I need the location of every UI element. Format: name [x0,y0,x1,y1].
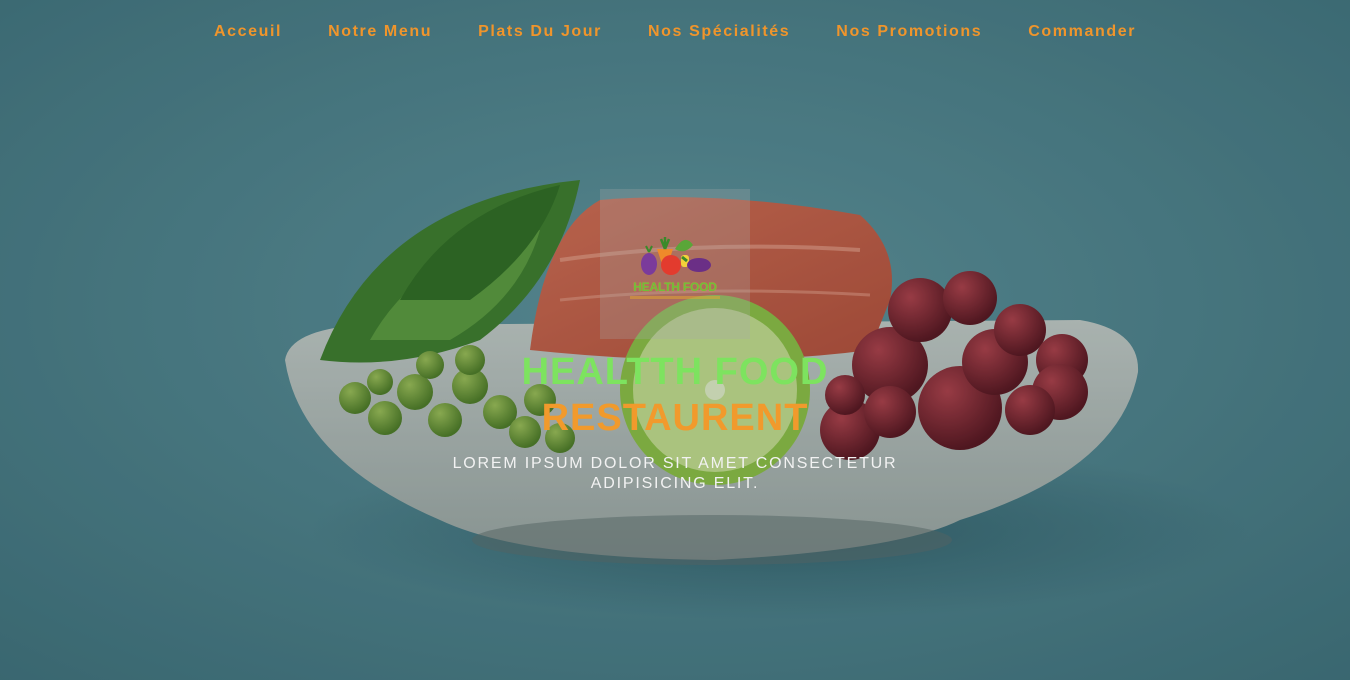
hero-title-line-1: HEALTTH FOOD [521,351,829,393]
main-navigation: Acceuil Notre Menu Plats Du Jour Nos Spé… [0,18,1350,46]
nav-item-nos-promotions[interactable]: Nos Promotions [836,18,982,46]
vegetables-basket-icon [641,237,711,275]
logo-tagline [600,295,750,300]
nav-item-notre-menu[interactable]: Notre Menu [328,18,432,46]
hero-title-line-2: RESTAURENT [541,397,809,439]
hero-subtitle: LOREM IPSUM DOLOR SIT AMET CONSECTETUR A… [452,455,898,492]
restaurant-logo[interactable]: HEALTH FOOD [600,189,750,339]
nav-item-accueil[interactable]: Acceuil [214,18,282,46]
hero-background-image [0,0,1350,680]
nav-item-commander[interactable]: Commander [1028,18,1136,46]
logo-name: HEALTH FOOD [633,280,717,294]
nav-item-nos-specialites[interactable]: Nos Spécialités [648,18,790,46]
nav-item-plats-du-jour[interactable]: Plats Du Jour [478,18,602,46]
